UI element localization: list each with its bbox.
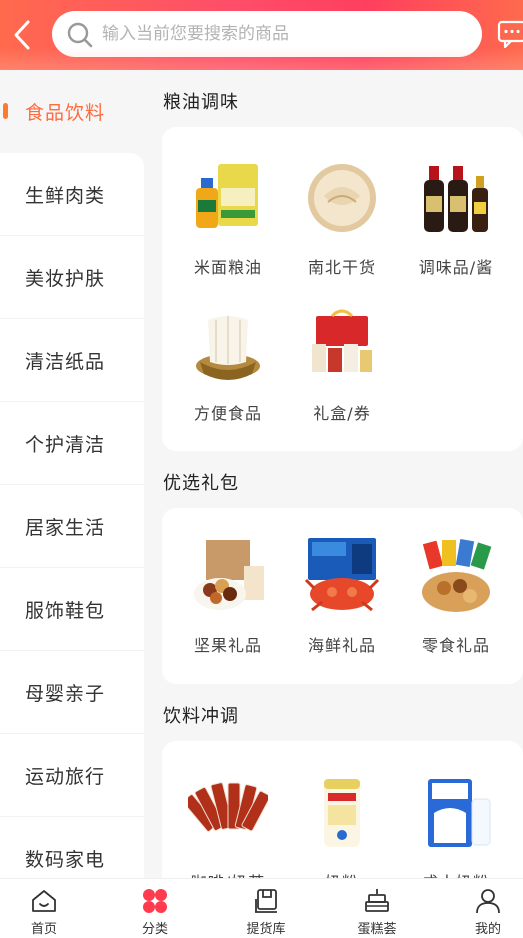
cake-icon (365, 889, 389, 912)
tab-label: 蛋糕荟 (357, 922, 397, 937)
category-label: 海鲜礼品 (307, 636, 376, 655)
sidebar-item-label: 生鲜肉类 (25, 184, 106, 207)
milk-powder-image (324, 779, 360, 847)
search-input[interactable] (102, 11, 472, 57)
profile-icon (476, 889, 500, 914)
section-card-grain-oil: 米面粮油 南北干货 调味品/酱 方便食品 礼盒/券 (162, 127, 523, 451)
category-cell-instant-food[interactable]: 方便食品 (172, 304, 284, 424)
message-icon[interactable] (496, 18, 523, 50)
sidebar-item-label: 个护清洁 (25, 433, 106, 456)
sidebar-item-label: 数码家电 (25, 848, 106, 871)
sidebar-item-sports-travel[interactable]: 运动旅行 (0, 734, 144, 817)
sidebar-item-digital-appliances[interactable]: 数码家电 (0, 817, 144, 878)
category-label: 坚果礼品 (193, 636, 262, 655)
category-cell-milk-powder[interactable]: 奶粉 (286, 773, 398, 878)
category-sidebar: 食品饮料 生鲜肉类 美妆护肤 清洁纸品 个护清洁 居家生活 服饰鞋包 母婴亲子 … (0, 70, 144, 878)
tab-home[interactable]: 首页 (0, 879, 96, 938)
tab-label: 首页 (30, 922, 57, 937)
category-label: 零食礼品 (421, 636, 490, 655)
section-title: 饮料冲调 (163, 706, 239, 727)
seafood-gift-image (304, 538, 380, 612)
tab-profile[interactable]: 我的 (436, 879, 523, 938)
sidebar-item-label: 运动旅行 (25, 765, 106, 788)
sidebar-item-label: 母婴亲子 (25, 682, 106, 705)
tab-pickup[interactable]: 提货库 (214, 879, 318, 938)
snacks-gift-image (422, 538, 492, 612)
category-cell-adult-milk-powder[interactable]: 成人奶粉 (400, 773, 512, 878)
sidebar-item-cleaning-paper[interactable]: 清洁纸品 (0, 319, 144, 402)
home-icon (32, 890, 56, 912)
category-label: 调味品/酱 (418, 258, 494, 277)
sidebar-item-apparel[interactable]: 服饰鞋包 (0, 568, 144, 651)
sidebar-item-beauty[interactable]: 美妆护肤 (0, 236, 144, 319)
search-box[interactable] (52, 11, 482, 57)
sidebar-item-label: 清洁纸品 (25, 350, 106, 373)
category-content: 粮油调味 米面粮油 南北干货 调味品/酱 方便食品 礼盒/券 优选礼包 坚果礼品… (162, 70, 523, 878)
category-cell-nuts-gift[interactable]: 坚果礼品 (172, 536, 284, 656)
sidebar-item-mother-baby[interactable]: 母婴亲子 (0, 651, 144, 734)
section-card-drinks: 咖啡/奶茶 奶粉 成人奶粉 (162, 741, 523, 878)
adult-milk-powder-image (428, 779, 491, 847)
category-cell-dried-goods[interactable]: 南北干货 (286, 158, 398, 278)
tab-category[interactable]: 分类 (103, 879, 207, 938)
instant-noodles-image (196, 316, 260, 380)
sidebar-item-personal-care[interactable]: 个护清洁 (0, 402, 144, 485)
coffee-image (188, 782, 268, 832)
category-cell-gift-box[interactable]: 礼盒/券 (286, 304, 398, 424)
category-label: 礼盒/券 (313, 404, 371, 423)
sauce-image (424, 166, 488, 232)
category-label: 南北干货 (307, 258, 376, 277)
back-arrow-icon[interactable] (8, 18, 36, 52)
pickup-icon (255, 889, 277, 913)
nuts-gift-image (194, 540, 264, 610)
sidebar-item-home-living[interactable]: 居家生活 (0, 485, 144, 568)
rice-oil-image (196, 164, 258, 228)
dried-goods-image (308, 164, 376, 232)
tab-label: 我的 (474, 922, 501, 937)
category-label: 奶粉 (286, 869, 398, 878)
section-card-gift-packs: 坚果礼品 海鲜礼品 零食礼品 (162, 508, 523, 684)
tab-cake[interactable]: 蛋糕荟 (325, 879, 429, 938)
sidebar-item-label: 食品饮料 (25, 102, 106, 124)
sidebar-item-fresh-meat[interactable]: 生鲜肉类 (0, 153, 144, 236)
sidebar-item-label: 美妆护肤 (25, 267, 106, 290)
tab-label: 分类 (141, 922, 168, 937)
sidebar-item-label: 居家生活 (25, 516, 106, 539)
sidebar-item-food-drinks[interactable]: 食品饮料 (0, 70, 144, 153)
header-bar (0, 0, 523, 70)
category-cell-seafood-gift[interactable]: 海鲜礼品 (286, 536, 398, 656)
section-title: 粮油调味 (163, 92, 239, 113)
tab-label: 提货库 (246, 922, 286, 937)
section-title: 优选礼包 (163, 473, 239, 494)
category-label: 成人奶粉 (400, 869, 512, 878)
category-cell-sauce[interactable]: 调味品/酱 (400, 158, 512, 278)
category-label: 咖啡/奶茶 (172, 869, 284, 878)
gift-box-image (312, 309, 372, 372)
sidebar-item-label: 服饰鞋包 (25, 599, 106, 622)
bottom-tab-bar: 首页 分类 提货库 蛋糕荟 我的 (0, 878, 523, 938)
category-icon (143, 889, 167, 913)
category-cell-rice-oil[interactable]: 米面粮油 (172, 158, 284, 278)
search-icon (67, 22, 93, 48)
category-label: 米面粮油 (193, 258, 262, 277)
category-cell-snacks-gift[interactable]: 零食礼品 (400, 536, 512, 656)
category-label: 方便食品 (193, 404, 262, 423)
category-cell-coffee-tea[interactable]: 咖啡/奶茶 (172, 773, 284, 878)
